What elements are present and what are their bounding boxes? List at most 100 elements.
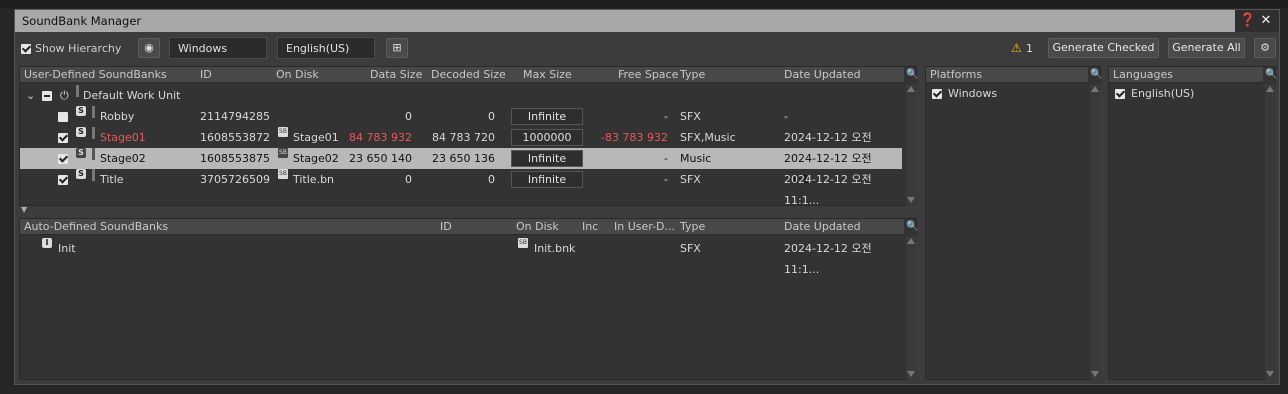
scroll-down-icon[interactable] [1091,371,1099,377]
title-controls: ❓ ✕ [1235,10,1279,32]
splitter-arrow-icon[interactable]: ▼ [21,205,27,214]
work-unit-label: Default Work Unit [83,89,181,102]
eye-icon[interactable]: ◉ [138,38,160,58]
help-icon[interactable]: ❓ [1239,12,1257,30]
user-defined-panel: User-Defined SoundBanks ID On Disk Data … [19,66,918,207]
col-in-user-defined[interactable]: In User-D... [614,219,675,235]
row-type: SFX,Music [680,131,736,144]
search-icon[interactable]: 🔍 [1265,69,1277,80]
row-id: 1608553872 [200,131,270,144]
row-date: 2024-12-12 오전 11:1... [784,242,872,276]
platform-item: Windows [948,87,998,100]
row-type: SFX [680,242,701,255]
platforms-panel: Platforms 🔍 Windows [925,66,1102,380]
scroll-up-icon[interactable] [907,238,915,244]
language-select[interactable]: English(US) [277,37,375,59]
col-data-size[interactable]: Data Size [370,67,422,83]
table-row[interactable]: I Init SB Init.bnk SFX 2024-12-12 오전 11:… [20,238,902,276]
search-icon[interactable]: 🔍 [1090,69,1102,80]
add-language-icon[interactable]: ⊞ [386,38,408,58]
row-data-size: 0 [405,173,412,186]
row-checkbox[interactable] [58,112,68,122]
toolbar: Show Hierarchy ◉ Windows English(US) ⊞ ⚠… [15,33,1279,63]
row-free: - [664,110,668,123]
row-free: -83 783 932 [601,131,668,144]
scrollbar[interactable] [906,236,917,380]
scroll-down-icon[interactable] [907,371,915,377]
scroll-up-icon[interactable] [1091,86,1099,92]
settings-gear-icon[interactable]: ⚙ [1254,38,1276,58]
work-unit-row[interactable]: ⌄ ⏻ Default Work Unit [20,85,902,106]
col-date-updated[interactable]: Date Updated [784,67,861,83]
search-icon[interactable]: 🔍 [906,221,918,232]
col-type[interactable]: Type [680,219,705,235]
col-free-space[interactable]: Free Space [618,67,678,83]
col-max-size[interactable]: Max Size [523,67,572,83]
warning-icon[interactable]: ⚠ [1011,41,1022,55]
col-date-updated[interactable]: Date Updated [784,219,861,235]
row-on-disk: Stage02 [293,152,339,165]
max-size-input[interactable]: Infinite [511,171,583,188]
platform-select[interactable]: Windows [169,37,267,59]
platform-checkbox[interactable] [932,89,942,99]
warning-count: 1 [1026,42,1033,55]
col-inc[interactable]: Inc [582,219,598,235]
title-bar: SoundBank Manager ❓ ✕ [15,10,1279,32]
language-item: English(US) [1131,87,1195,100]
col-on-disk[interactable]: On Disk [276,67,319,83]
row-name: Title [100,173,124,186]
row-name: Stage02 [100,152,146,165]
scrollbar[interactable] [1090,84,1101,380]
table-row[interactable]: S Stage01 1608553872 SB Stage01 84 783 9… [20,127,902,165]
col-id[interactable]: ID [200,67,212,83]
col-name[interactable]: User-Defined SoundBanks [24,67,167,83]
work-unit-checkbox[interactable] [42,91,52,101]
generate-checked-button[interactable]: Generate Checked [1048,38,1159,58]
table-row[interactable]: S Robby 2114794285 0 0 Infinite - SFX - [20,106,902,127]
row-data-size: 84 783 932 [349,131,412,144]
top-strip [0,0,1288,8]
col-on-disk[interactable]: On Disk [516,219,559,235]
row-type: Music [680,152,712,165]
languages-header: Languages [1109,67,1263,83]
col-id[interactable]: ID [440,219,452,235]
col-decoded-size[interactable]: Decoded Size [431,67,506,83]
show-hierarchy-label: Show Hierarchy [35,42,122,55]
user-defined-header: User-Defined SoundBanks ID On Disk Data … [20,67,904,83]
scrollbar[interactable] [1265,84,1276,380]
generate-all-button[interactable]: Generate All [1168,38,1245,58]
work-unit-icon: ⏻ [60,89,69,102]
chevron-down-icon[interactable]: ⌄ [26,85,35,106]
row-decoded: 0 [488,110,495,123]
row-type: SFX [680,110,701,123]
row-id: 2114794285 [200,110,270,123]
col-type[interactable]: Type [680,67,705,83]
soundbank-manager-window: SoundBank Manager ❓ ✕ Show Hierarchy ◉ W… [14,9,1280,385]
row-checkbox[interactable] [58,133,68,143]
window-title: SoundBank Manager [22,14,142,28]
scroll-up-icon[interactable] [1266,86,1274,92]
row-free: - [664,173,668,186]
close-icon[interactable]: ✕ [1257,12,1275,30]
table-row-selected[interactable]: S Stage02 1608553875 SB Stage02 23 650 1… [20,148,902,186]
row-checkbox[interactable] [58,175,68,185]
max-size-input[interactable]: Infinite [511,150,583,167]
table-row[interactable]: S Title 3705726509 SB Title.bn 0 0 Infin… [20,169,902,207]
row-date: 2024-12-12 오전 11:1... [784,173,872,207]
language-checkbox[interactable] [1115,89,1125,99]
scroll-up-icon[interactable] [907,86,915,92]
row-decoded: 84 783 720 [432,131,495,144]
scroll-down-icon[interactable] [1266,371,1274,377]
scrollbar[interactable] [906,84,917,206]
col-name[interactable]: Auto-Defined SoundBanks [24,219,168,235]
row-decoded: 23 650 136 [432,152,495,165]
show-hierarchy-checkbox[interactable] [21,44,31,54]
scroll-down-icon[interactable] [907,197,915,203]
max-size-input[interactable]: 1000000 [511,129,583,146]
row-checkbox[interactable] [58,154,68,164]
languages-title: Languages [1113,68,1174,81]
row-name: Stage01 [100,131,146,144]
row-free: - [664,152,668,165]
search-icon[interactable]: 🔍 [906,69,918,80]
max-size-input[interactable]: Infinite [511,108,583,125]
